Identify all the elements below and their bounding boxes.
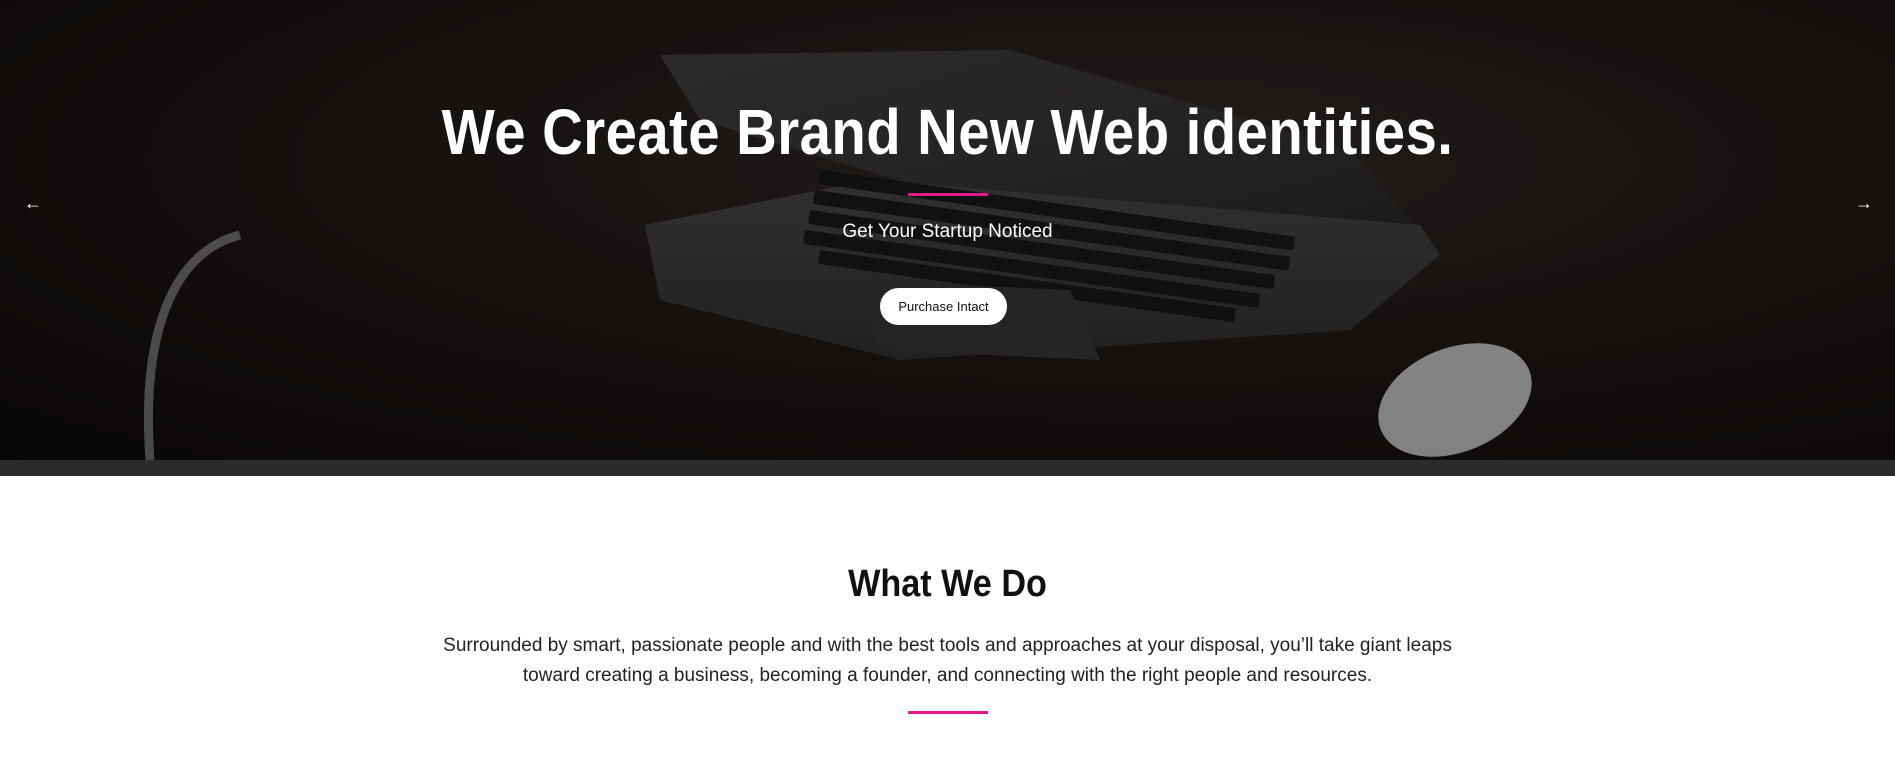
purchase-intact-button[interactable]: Purchase Intact	[880, 288, 1007, 325]
what-we-do-divider	[908, 711, 988, 714]
hero-subtitle: Get Your Startup Noticed	[842, 221, 1053, 242]
what-we-do-title: What We Do	[848, 563, 1047, 605]
arrow-left-icon[interactable]: ←	[18, 188, 48, 218]
hero-title: We Create Brand New Web identities.	[441, 96, 1454, 168]
hero-bottom-bar	[0, 460, 1895, 476]
arrow-right-icon[interactable]: →	[1849, 188, 1879, 218]
hero-slider: We Create Brand New Web identities. Get …	[0, 0, 1895, 460]
hero-divider	[908, 193, 988, 196]
what-we-do-text: Surrounded by smart, passionate people a…	[443, 635, 1452, 686]
